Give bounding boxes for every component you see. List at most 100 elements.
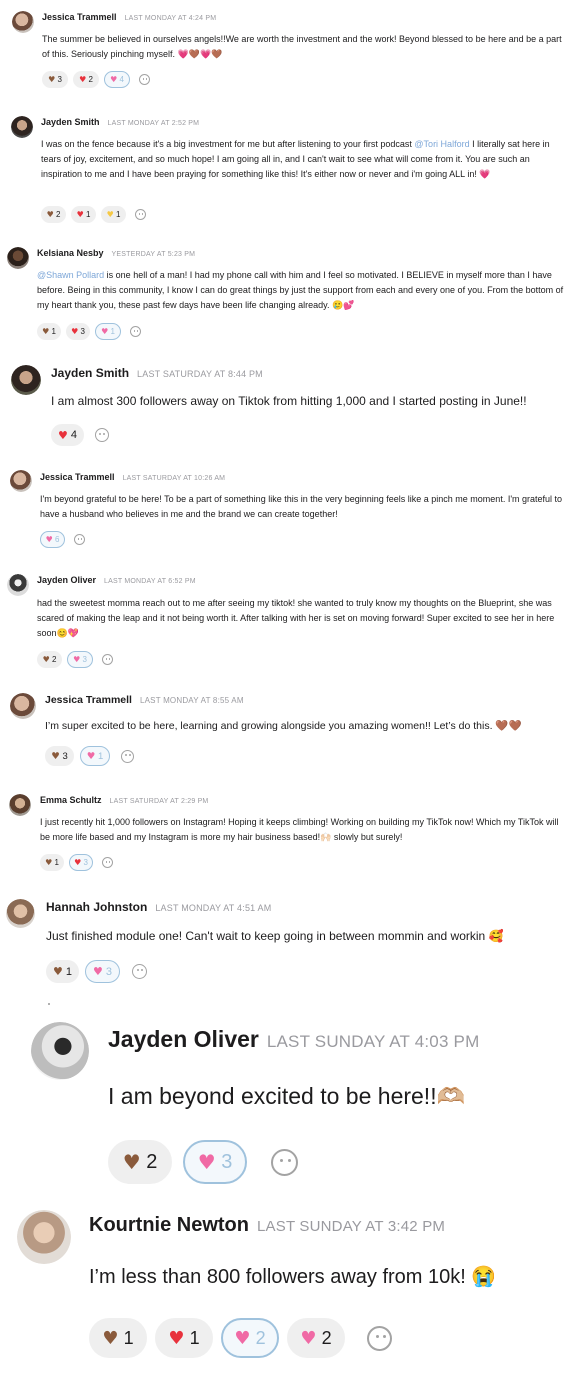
avatar[interactable] bbox=[6, 899, 35, 928]
timestamp: LAST SUNDAY AT 3:42 PM bbox=[257, 1218, 446, 1235]
add-reaction-icon[interactable] bbox=[367, 1325, 392, 1351]
reaction-count: 3 bbox=[105, 965, 113, 978]
author-name[interactable]: Jayden Oliver bbox=[37, 575, 96, 585]
reaction-pill[interactable]: ♥ 3 bbox=[66, 323, 90, 340]
reaction-count: 3 bbox=[57, 75, 62, 84]
author-name[interactable]: Jessica Trammell bbox=[40, 472, 115, 482]
reaction-pill[interactable]: ♥ 1 bbox=[46, 960, 79, 983]
reaction-pill[interactable]: ♥ 1 bbox=[40, 854, 64, 871]
avatar[interactable] bbox=[11, 365, 41, 395]
reaction-pill[interactable]: ♥ 3 bbox=[42, 71, 68, 88]
reaction-pill[interactable]: ♥ 3 bbox=[85, 960, 120, 983]
add-reaction-icon[interactable] bbox=[132, 964, 147, 979]
add-reaction-icon[interactable] bbox=[95, 428, 109, 442]
message-text: Just finished module one! Can't wait to … bbox=[46, 929, 504, 943]
avatar[interactable] bbox=[7, 247, 29, 269]
message: Kourtnie Newton LAST SUNDAY AT 3:42 PM I’… bbox=[0, 1198, 570, 1373]
mention-link[interactable]: @Shawn Pollard bbox=[37, 270, 104, 280]
reaction-count: 2 bbox=[146, 1150, 158, 1173]
reaction-pill[interactable]: ♥ 3 bbox=[183, 1140, 247, 1184]
add-reaction-icon[interactable] bbox=[74, 534, 85, 545]
reaction-pill[interactable]: ♥ 1 bbox=[71, 206, 96, 223]
message: Kelsiana Nesby YESTERDAY AT 5:23 PM @Shaw… bbox=[0, 235, 570, 355]
reaction-pill[interactable]: ♥ 3 bbox=[67, 651, 93, 668]
reaction-pill[interactable]: ♥ 2 bbox=[221, 1318, 279, 1358]
reaction-pill[interactable]: ♥ 1 bbox=[37, 323, 61, 340]
add-reaction-icon[interactable] bbox=[102, 654, 113, 665]
avatar[interactable] bbox=[10, 470, 32, 492]
avatar[interactable] bbox=[9, 794, 31, 816]
reaction-pill[interactable]: ♥ 2 bbox=[41, 206, 66, 223]
avatar[interactable] bbox=[7, 574, 29, 596]
author-name[interactable]: Jayden Smith bbox=[51, 366, 129, 380]
reactions: ♥ 1 ♥ 3 bbox=[46, 960, 147, 983]
reaction-pill[interactable]: ♥ 2 bbox=[108, 1140, 172, 1184]
reaction-count: 1 bbox=[65, 965, 73, 978]
author-name[interactable]: Kourtnie Newton bbox=[89, 1214, 249, 1236]
timestamp: LAST MONDAY AT 4:51 AM bbox=[155, 903, 272, 913]
reactions: ♥ 1 ♥ 3 ♥ 1 bbox=[37, 323, 141, 340]
avatar[interactable] bbox=[17, 1210, 71, 1264]
author-name[interactable]: Emma Schultz bbox=[40, 795, 102, 805]
reaction-pill[interactable]: ♥ 1 bbox=[155, 1318, 213, 1358]
two-hearts-icon: ♥ bbox=[45, 535, 53, 544]
reaction-count: 1 bbox=[115, 210, 121, 219]
add-reaction-icon[interactable] bbox=[102, 857, 113, 868]
message-text: I'm beyond grateful to be here! To be a … bbox=[40, 494, 563, 519]
reactions: ♥ 1 ♥ 3 bbox=[40, 854, 113, 871]
reaction-count: 3 bbox=[80, 327, 85, 336]
author-name[interactable]: Jessica Trammell bbox=[45, 694, 132, 706]
reaction-count: 2 bbox=[321, 1327, 332, 1348]
reactions: ♥ 6 bbox=[40, 531, 85, 548]
red-heart-icon: ♥ bbox=[74, 858, 82, 867]
reaction-count: 1 bbox=[189, 1327, 200, 1348]
reaction-pill[interactable]: ♥ 4 bbox=[104, 71, 130, 88]
message-text: I was on the fence because it's a big in… bbox=[41, 139, 550, 179]
reaction-pill[interactable]: ♥ 2 bbox=[287, 1318, 345, 1358]
add-reaction-icon[interactable] bbox=[271, 1148, 298, 1176]
mention-link[interactable]: @Tori Halford bbox=[414, 139, 469, 149]
add-reaction-icon[interactable] bbox=[139, 74, 150, 85]
reaction-pill[interactable]: ♥ 1 bbox=[101, 206, 126, 223]
author-name[interactable]: Jayden Smith bbox=[41, 117, 100, 127]
add-reaction-icon[interactable] bbox=[121, 749, 134, 763]
reaction-count: 4 bbox=[119, 75, 124, 84]
avatar[interactable] bbox=[11, 116, 33, 138]
reaction-count: 1 bbox=[54, 858, 59, 867]
reaction-pill[interactable]: ♥ 3 bbox=[69, 854, 93, 871]
reactions: ♥ 4 bbox=[51, 424, 109, 446]
author-name[interactable]: Hannah Johnston bbox=[46, 900, 147, 914]
reaction-pill[interactable]: ♥ 6 bbox=[40, 531, 65, 548]
reaction-count: 1 bbox=[97, 750, 104, 762]
brown-heart-icon: ♥ bbox=[45, 858, 53, 867]
reactions: ♥ 3 ♥ 1 bbox=[45, 746, 134, 766]
timestamp: LAST MONDAY AT 2:52 PM bbox=[107, 120, 200, 127]
author-name[interactable]: Jayden Oliver bbox=[108, 1026, 259, 1052]
reaction-pill[interactable]: ♥ 4 bbox=[51, 424, 84, 446]
author-name[interactable]: Jessica Trammell bbox=[42, 12, 117, 22]
avatar[interactable] bbox=[12, 11, 34, 33]
message: Jessica Trammell LAST SATURDAY AT 10:26 A… bbox=[0, 460, 570, 560]
reaction-pill[interactable]: ♥ 1 bbox=[89, 1318, 147, 1358]
red-heart-icon: ♥ bbox=[71, 327, 79, 336]
add-reaction-icon[interactable] bbox=[130, 326, 141, 337]
brown-heart-icon: ♥ bbox=[122, 1150, 141, 1174]
add-reaction-icon[interactable] bbox=[135, 209, 146, 220]
reactions: ♥ 2 ♥ 3 bbox=[37, 651, 113, 668]
reaction-pill[interactable]: ♥ 1 bbox=[95, 323, 121, 340]
reaction-pill[interactable]: ♥ 2 bbox=[37, 651, 62, 668]
reaction-count: 6 bbox=[54, 535, 60, 544]
message-text: @Shawn Pollard is one hell of a man! I h… bbox=[37, 270, 564, 310]
author-name[interactable]: Kelsiana Nesby bbox=[37, 248, 104, 258]
message-text: I am beyond excited to be here!!🫶🏼 bbox=[108, 1083, 466, 1109]
reaction-count: 3 bbox=[221, 1150, 233, 1173]
message: Jayden Smith LAST SATURDAY AT 8:44 PM I a… bbox=[0, 355, 570, 455]
reaction-pill[interactable]: ♥ 3 bbox=[45, 746, 74, 766]
reaction-pill[interactable]: ♥ 1 bbox=[80, 746, 110, 766]
avatar[interactable] bbox=[31, 1022, 89, 1080]
brown-heart-icon: ♥ bbox=[48, 75, 56, 84]
reaction-count: 3 bbox=[62, 750, 68, 762]
avatar[interactable] bbox=[10, 693, 36, 719]
message: Jessica Trammell LAST MONDAY AT 8:55 AM I… bbox=[0, 682, 570, 782]
reaction-pill[interactable]: ♥ 2 bbox=[73, 71, 99, 88]
